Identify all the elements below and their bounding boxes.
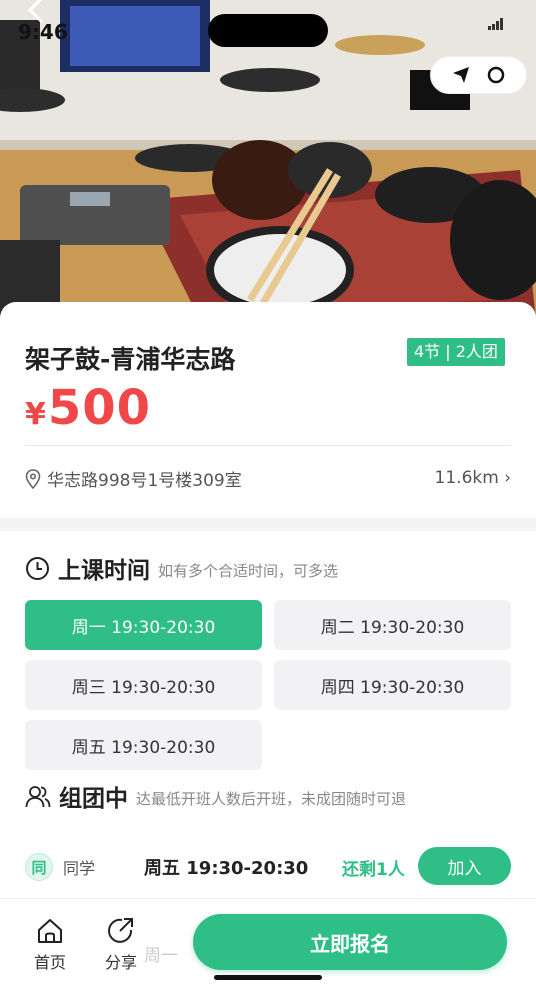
chevron-left-icon [27, 0, 44, 24]
time-slot-mon[interactable]: 周一 19:30-20:30 [25, 600, 262, 650]
clock-icon [26, 556, 49, 580]
dynamic-island [208, 14, 328, 47]
signal-icon [488, 18, 503, 30]
course-title: 架子鼓-青浦华志路 [25, 345, 236, 374]
course-info-card: 架子鼓-青浦华志路 4节 | 2人团 ¥ 500 华志路998号1号楼309室 … [0, 302, 536, 518]
home-icon [38, 919, 62, 943]
bottom-bar: 周一 首页 分享 立即报名 [0, 898, 536, 984]
back-button[interactable] [14, 0, 58, 34]
schedule-hint: 如有多个合适时间，可多选 [158, 561, 339, 580]
time-slot-wed[interactable]: 周三 19:30-20:30 [25, 660, 262, 710]
group-hint: 达最低开班人数后开班，未成团随时可退 [136, 789, 407, 808]
mini-program-capsule [430, 56, 527, 94]
location-arrow-icon[interactable] [450, 64, 472, 86]
group-row-partial-time: 周一 [144, 946, 178, 966]
join-button[interactable]: 加入 [418, 847, 511, 885]
share-icon [108, 918, 133, 943]
divider [25, 445, 511, 446]
nav-share[interactable]: 分享 [96, 917, 146, 973]
users-icon [25, 785, 51, 807]
schedule-header: 上课时间 如有多个合适时间，可多选 [25, 551, 338, 585]
course-detail-page: 9:46 架子鼓-青浦华志路 4节 | 2人团 ¥ 500 华志路998号1号楼… [0, 0, 536, 984]
lesson-tag: 4节 | 2人团 [407, 338, 505, 366]
address[interactable]: 华志路998号1号楼309室 [25, 466, 242, 491]
course-photo [0, 0, 536, 320]
distance[interactable]: 11.6km › [435, 468, 511, 488]
home-indicator [214, 975, 322, 980]
group-remaining: 还剩1人 [342, 859, 405, 880]
group-row: 同 同学 周五 19:30-20:30 还剩1人 加入 [25, 847, 511, 887]
group-header: 组团中 达最低开班人数后开班，未成团随时可退 [25, 779, 406, 813]
group-badge: 同 [25, 853, 53, 881]
nav-home[interactable]: 首页 [25, 917, 75, 973]
nav-home-label: 首页 [33, 953, 66, 972]
enroll-button[interactable]: 立即报名 [193, 914, 507, 970]
address-text: 华志路998号1号楼309室 [47, 471, 242, 491]
group-member-name: 同学 [63, 859, 96, 878]
location-pin-icon [25, 468, 41, 489]
price: ¥ 500 [25, 380, 151, 436]
price-currency: ¥ [25, 397, 46, 432]
time-slot-thu[interactable]: 周四 19:30-20:30 [274, 660, 511, 710]
group-time: 周五 19:30-20:30 [144, 858, 309, 879]
group-title: 组团中 [59, 786, 128, 812]
time-slot-fri[interactable]: 周五 19:30-20:30 [25, 720, 262, 770]
close-circle-icon[interactable] [485, 64, 507, 86]
price-value: 500 [47, 380, 152, 436]
time-slot-tue[interactable]: 周二 19:30-20:30 [274, 600, 511, 650]
nav-share-label: 分享 [104, 953, 137, 972]
schedule-title: 上课时间 [58, 558, 150, 584]
